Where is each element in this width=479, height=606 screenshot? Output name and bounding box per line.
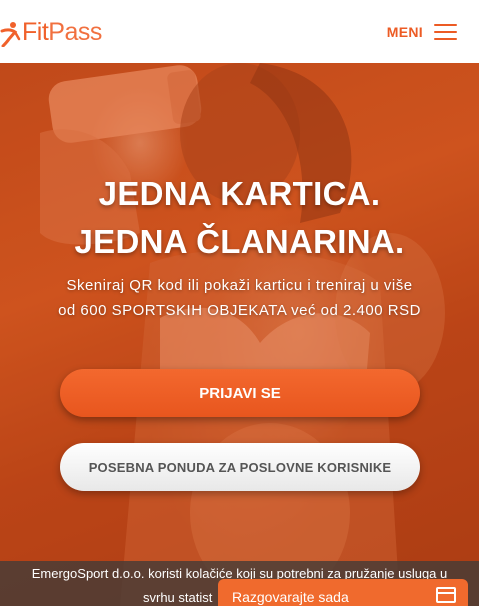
hero-overlay (0, 63, 479, 606)
site-header: FitPass MENI (0, 0, 479, 63)
hero-subtext-line-2: od 600 SPORTSKIH OBJEKATA već od 2.400 R… (58, 302, 421, 319)
sign-up-button[interactable]: PRIJAVI SE (60, 369, 420, 417)
hero-banner: JEDNA KARTICA. JEDNA ČLANARINA. Skeniraj… (0, 63, 479, 606)
chat-label: Razgovarajte sada (232, 589, 349, 605)
cookie-text-line-2: svrhu statist (143, 590, 213, 605)
logo-wordmark: FitPass (22, 17, 102, 47)
chat-window-icon (436, 587, 456, 603)
runner-logo-icon (0, 22, 21, 47)
logo-pass-text: Pass (48, 18, 102, 46)
live-chat-widget[interactable]: Razgovarajte sada (218, 579, 468, 606)
menu-label: MENI (386, 24, 423, 40)
logo-fit-text: Fit (22, 18, 49, 46)
hero-headline-line-2: JEDNA ČLANARINA. (74, 223, 405, 260)
fitpass-logo[interactable]: FitPass (0, 17, 102, 47)
business-offer-button[interactable]: POSEBNA PONUDA ZA POSLOVNE KORISNIKE (60, 443, 420, 491)
hero-subtext-line-1: Skeniraj QR kod ili pokaži karticu i tre… (66, 277, 413, 294)
hero-headline-line-1: JEDNA KARTICA. (98, 175, 381, 212)
hamburger-menu-icon (434, 24, 457, 40)
menu-button[interactable]: MENI (387, 20, 457, 44)
